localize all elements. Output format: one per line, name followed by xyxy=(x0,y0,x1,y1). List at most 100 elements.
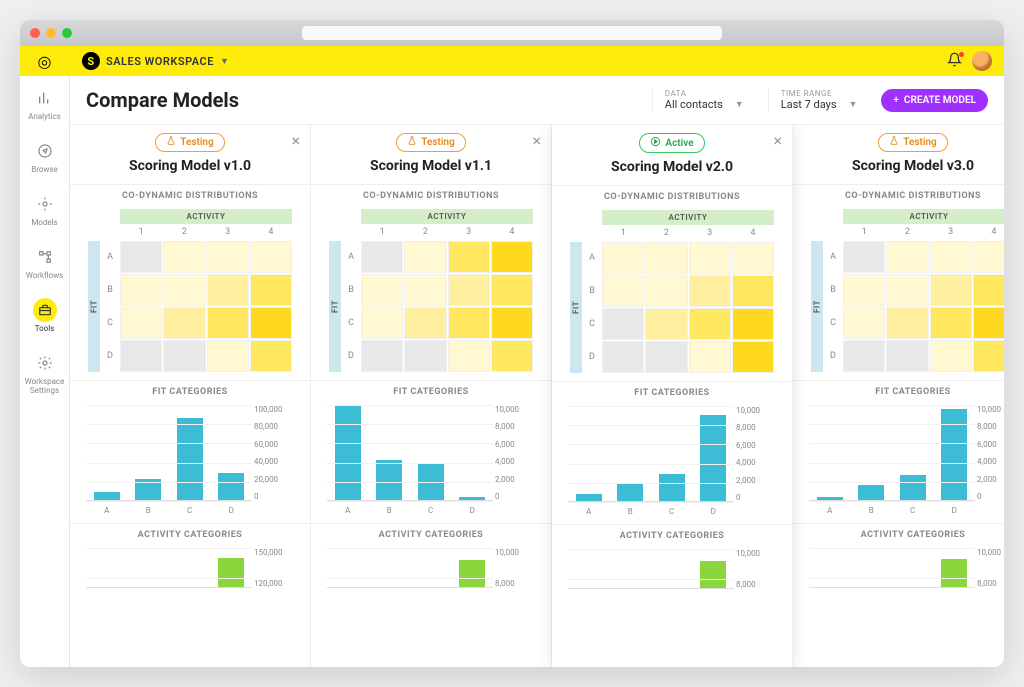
x-tick-label: C xyxy=(910,506,915,515)
heatmap-cell xyxy=(163,241,205,273)
x-tick-label: A xyxy=(586,507,591,516)
heatmap-cell xyxy=(886,274,928,306)
app-frame: ◎ AnalyticsBrowse Models WorkflowsToolsWor… xyxy=(20,46,1004,667)
flow-icon xyxy=(33,245,57,269)
heatmap-cell xyxy=(689,275,731,307)
y-tick-label: 80,000 xyxy=(254,422,278,431)
url-bar[interactable] xyxy=(302,26,722,40)
sidebar-item-workflows[interactable]: Workflows xyxy=(20,235,70,288)
heatmap-cell xyxy=(448,241,490,273)
y-tick-label: 2,000 xyxy=(977,475,997,484)
y-tick-label: 20,000 xyxy=(254,475,278,484)
heatmap-cell xyxy=(602,242,644,274)
y-tick-label: 100,000 xyxy=(254,405,283,414)
heatmap-x-label: 3 xyxy=(689,225,731,241)
heatmap-cell xyxy=(930,340,972,372)
sidebar-item-settings[interactable]: Workspace Settings xyxy=(20,341,70,403)
bar xyxy=(94,492,120,500)
window-controls xyxy=(30,28,72,38)
y-tick-label: 4,000 xyxy=(736,458,756,467)
y-tick-label: 6,000 xyxy=(495,440,515,449)
heatmap-y-label: A xyxy=(583,242,601,274)
heatmap-x-label: 4 xyxy=(491,224,533,240)
maximize-window-button[interactable] xyxy=(62,28,72,38)
activity-axis-label: ACTIVITY xyxy=(843,209,1004,224)
x-tick-label: A xyxy=(827,506,832,515)
status-badge: Testing xyxy=(155,133,224,152)
section-header-activity: ACTIVITY CATEGORIES xyxy=(70,523,310,544)
bar xyxy=(459,560,485,587)
sidebar-item-browse[interactable]: Browse xyxy=(20,129,70,182)
fit-axis-label: FIT xyxy=(570,242,582,373)
close-panel-button[interactable]: × xyxy=(773,131,782,150)
close-panel-button[interactable]: × xyxy=(532,131,541,150)
create-model-button[interactable]: + CREATE MODEL xyxy=(881,89,988,112)
heatmap-cell xyxy=(645,308,687,340)
heatmap-cell xyxy=(120,340,162,372)
flask-icon xyxy=(166,136,176,149)
app-logo[interactable]: ◎ xyxy=(20,46,70,76)
heatmap-cell xyxy=(886,241,928,273)
heatmap-y-label: B xyxy=(101,274,119,306)
notification-dot xyxy=(959,52,964,57)
x-tick-label: D xyxy=(470,506,475,515)
filter-data[interactable]: DATA All contacts▼ xyxy=(652,89,756,111)
heatmap: ACTIVITY1234FITABCD xyxy=(70,205,310,380)
bar xyxy=(617,484,643,501)
fit-bar-chart: 100,00080,00060,00040,00020,0000ABCD xyxy=(70,401,310,523)
user-avatar[interactable] xyxy=(972,51,992,71)
heatmap-cell xyxy=(843,274,885,306)
heatmap-y-label: D xyxy=(824,340,842,372)
y-tick-label: 6,000 xyxy=(977,440,997,449)
heatmap-cell xyxy=(207,340,249,372)
y-tick-label: 2,000 xyxy=(736,476,756,485)
sidebar-item-models[interactable]: Models xyxy=(20,182,70,235)
section-header-fit: FIT CATEGORIES xyxy=(70,380,310,401)
section-header-fit: FIT CATEGORIES xyxy=(311,380,551,401)
heatmap-cell xyxy=(645,341,687,373)
heatmap-cell xyxy=(404,274,446,306)
heatmap-cell xyxy=(843,340,885,372)
filter-time-range[interactable]: TIME RANGE Last 7 days▼ xyxy=(768,89,870,111)
y-tick-label: 6,000 xyxy=(736,441,756,450)
close-window-button[interactable] xyxy=(30,28,40,38)
y-tick-label: 0 xyxy=(495,492,500,501)
heatmap-cell xyxy=(689,341,731,373)
target-icon xyxy=(33,192,57,216)
sidebar-item-analytics[interactable]: Analytics xyxy=(20,76,70,129)
activity-axis-label: ACTIVITY xyxy=(120,209,292,224)
bar xyxy=(177,418,203,500)
y-tick-label: 10,000 xyxy=(495,405,519,414)
sidebar-item-label: Models xyxy=(31,218,57,227)
x-tick-label: D xyxy=(711,507,716,516)
close-panel-button[interactable]: × xyxy=(291,131,300,150)
model-panel: ×TestingScoring Model v3.0CO-DYNAMIC DIS… xyxy=(793,125,1004,667)
y-tick-label: 0 xyxy=(254,492,259,501)
y-tick-label: 10,000 xyxy=(977,548,1001,557)
heatmap-cell xyxy=(732,242,774,274)
heatmap-cell xyxy=(602,308,644,340)
compass-icon xyxy=(33,139,57,163)
bar xyxy=(218,558,244,587)
browser-chrome xyxy=(20,20,1004,46)
workspace-selector[interactable]: S SALES WORKSPACE ▼ xyxy=(82,52,229,70)
heatmap-cell xyxy=(930,307,972,339)
heatmap-cell xyxy=(361,274,403,306)
heatmap-cell xyxy=(732,308,774,340)
sidebar-item-tools[interactable]: Tools xyxy=(20,288,70,341)
heatmap-cell xyxy=(689,308,731,340)
notifications-button[interactable] xyxy=(947,52,962,71)
y-tick-label: 8,000 xyxy=(495,422,515,431)
heatmap-cell xyxy=(120,307,162,339)
heatmap-x-label: 3 xyxy=(207,224,249,240)
flask-icon xyxy=(407,136,417,149)
heatmap-x-label: 1 xyxy=(602,225,644,241)
minimize-window-button[interactable] xyxy=(46,28,56,38)
y-tick-label: 8,000 xyxy=(977,579,997,588)
workspace-icon: S xyxy=(82,52,100,70)
sidebar: ◎ AnalyticsBrowse Models WorkflowsToolsWor… xyxy=(20,46,70,667)
topbar: S SALES WORKSPACE ▼ xyxy=(70,46,1004,76)
heatmap-y-label: A xyxy=(824,241,842,273)
heatmap-cell xyxy=(163,274,205,306)
bar xyxy=(700,415,726,501)
